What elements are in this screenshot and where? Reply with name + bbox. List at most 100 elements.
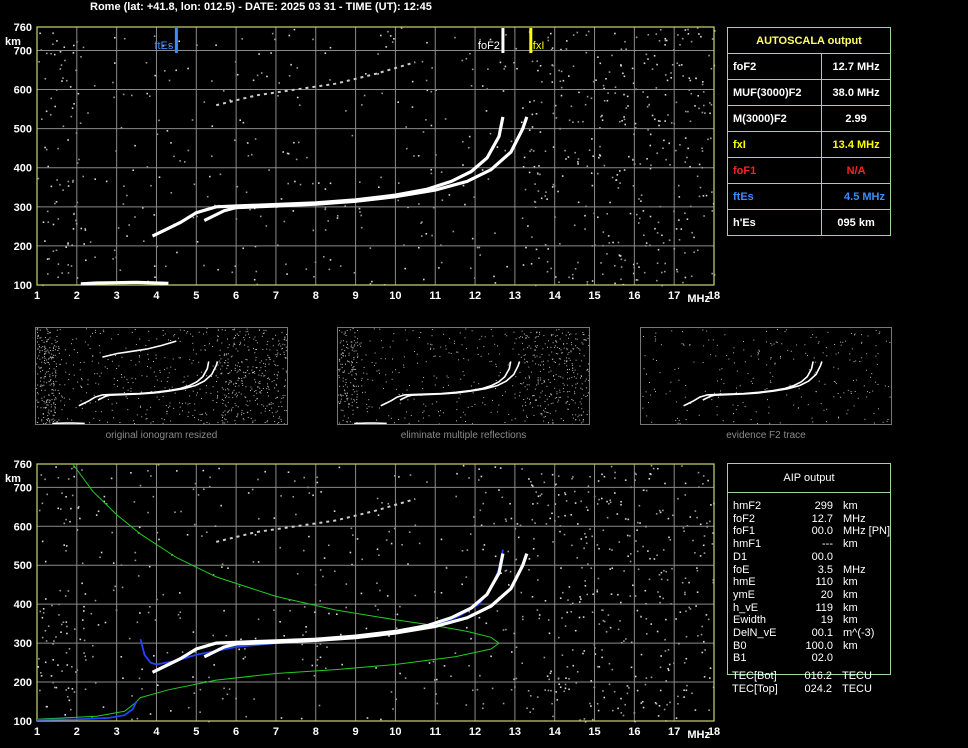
aip-value: 20	[820, 588, 833, 601]
aip-unit: m^(-3)	[843, 627, 875, 640]
aip-unit: km	[843, 601, 858, 614]
y-tick-label: 500	[14, 560, 32, 572]
x-tick-label: 10	[389, 290, 401, 302]
aip-value: 00.0	[811, 550, 833, 563]
x-tick-label: 2	[74, 726, 80, 738]
aip-name: hmF2	[733, 500, 762, 512]
aip-unit: km	[843, 639, 858, 652]
aip-name: hmF1	[733, 538, 762, 551]
aip-row: hmF2 299 km	[733, 500, 893, 513]
tec-row: TEC[Top] 024.2 TECU	[732, 683, 892, 696]
autoscala-value: 095 km	[821, 209, 891, 236]
aip-unit: MHz [PN]	[843, 525, 891, 538]
grid	[36, 26, 715, 286]
aip-value: 299	[814, 500, 833, 512]
x-tick-label: 4	[153, 726, 160, 738]
aip-value: 100.0	[805, 639, 833, 652]
x-tick-label: 9	[353, 726, 359, 738]
autoscala-row-hes: h'Es 095 km	[726, 209, 891, 236]
aip-unit: km	[843, 538, 858, 551]
y-axis-label: km	[5, 36, 21, 48]
y-tick-label: 600	[14, 85, 32, 97]
x-tick-label: 3	[114, 290, 120, 302]
aip-unit: km	[843, 500, 858, 512]
thumbnail-noise	[642, 329, 891, 424]
autoscala-title: AUTOSCALA output	[727, 27, 891, 54]
x-tick-label: 4	[153, 290, 160, 302]
autoscala-label: foF2	[726, 53, 823, 80]
x-tick-label: 12	[469, 726, 481, 738]
x-tick-label: 15	[588, 726, 600, 738]
tec-name: TEC[Bot]	[732, 670, 777, 682]
aip-row: B0 100.0 km	[733, 640, 893, 653]
x-tick-label: 8	[313, 290, 319, 302]
tec-value: 016.2	[804, 670, 832, 682]
aip-output-panel: AIP output hmF2 299 km foF2 12.7 MHz foF1 00.0 M…	[727, 463, 891, 675]
autoscala-row-muf: MUF(3000)F2 38.0 MHz	[726, 79, 891, 106]
aip-unit: km	[843, 614, 858, 627]
marker-label: ftEs	[154, 40, 173, 52]
marker-label: foF2	[478, 40, 500, 52]
autoscala-label: MUF(3000)F2	[726, 79, 823, 106]
y-tick-label: 600	[14, 521, 32, 533]
aip-name: B0	[733, 639, 747, 652]
aip-name: h_vE	[733, 601, 759, 614]
tec-value: 024.2	[804, 682, 832, 695]
y-axis-label: km	[5, 473, 21, 485]
aip-name: foE	[733, 563, 750, 576]
x-tick-label: 12	[469, 290, 481, 302]
marker-label: fxI	[533, 40, 545, 52]
thumbnail-trace	[702, 361, 823, 401]
autoscala-value: 2.99	[821, 105, 891, 132]
aip-row: foF1 00.0 MHz [PN]	[733, 525, 893, 538]
aip-value: 02.0	[811, 652, 833, 665]
aip-row: Ewidth 19 km	[733, 614, 893, 627]
aip-row: B1 02.0	[733, 652, 893, 665]
thumbnail-trace	[97, 361, 219, 401]
x-tick-label: 13	[509, 726, 521, 738]
thumbnail-f2-trace	[640, 327, 892, 425]
aip-row: foE 3.5 MHz	[733, 564, 893, 577]
aip-row: hmF1 --- km	[733, 538, 893, 551]
autoscala-value: 4.5 MHz	[821, 183, 891, 210]
aip-name: hmE	[733, 576, 756, 589]
series-profile	[36, 463, 500, 720]
ionogram-aip: 1 2 3 4 5 6 7 8 9 10 11 12 13 14 15 16 17 181002003004005…	[5, 459, 720, 741]
x-tick-label: 10	[389, 726, 401, 738]
aip-row: DelN_vE 00.1 m^(-3)	[733, 627, 893, 640]
aip-value: 19	[820, 614, 833, 627]
autoscala-row-fxi: fxI 13.4 MHz	[726, 131, 891, 158]
tec-unit: TECU	[842, 670, 872, 682]
thumbnail-f2-trace-image	[642, 329, 891, 424]
aip-unit: km	[843, 588, 858, 601]
y-tick-label: 100	[14, 280, 32, 292]
autoscala-row-fof1: foF1 N/A	[726, 157, 891, 184]
series-o-trace	[151, 116, 505, 238]
autoscala-row-fof2: foF2 12.7 MHz	[726, 53, 891, 80]
thumbnail-eliminate	[337, 327, 590, 425]
thumbnail-caption: eliminate multiple reflections	[400, 430, 527, 441]
y-tick-label: 300	[14, 202, 32, 214]
aip-row: foF2 12.7 MHz	[733, 513, 893, 526]
aip-name: Ewidth	[733, 614, 767, 627]
aip-value: 3.5	[817, 563, 833, 576]
x-tick-label: 8	[313, 726, 319, 738]
aip-value: 00.1	[811, 627, 833, 640]
thumbnail-trace	[102, 340, 177, 358]
series-es-trace	[80, 280, 169, 286]
x-tick-label: 7	[273, 290, 279, 302]
y-tick-label: 100	[14, 716, 32, 728]
x-tick-label: 11	[429, 290, 441, 302]
thumbnail-trace	[52, 422, 85, 424]
thumbnail-caption: original ionogram resized	[105, 430, 218, 441]
aip-unit: MHz	[843, 563, 866, 576]
aip-name: D1	[733, 550, 748, 563]
aip-row: D1 00.0	[733, 551, 893, 564]
aip-title: AIP output	[728, 464, 890, 493]
aip-name: DelN_vE	[733, 627, 777, 640]
autoscala-label: fxI	[726, 131, 823, 158]
y-tick-label: 760	[14, 459, 32, 471]
x-tick-label: 13	[509, 290, 521, 302]
thumbnail-noise	[338, 328, 589, 424]
x-axis-label: MHz	[687, 293, 710, 305]
